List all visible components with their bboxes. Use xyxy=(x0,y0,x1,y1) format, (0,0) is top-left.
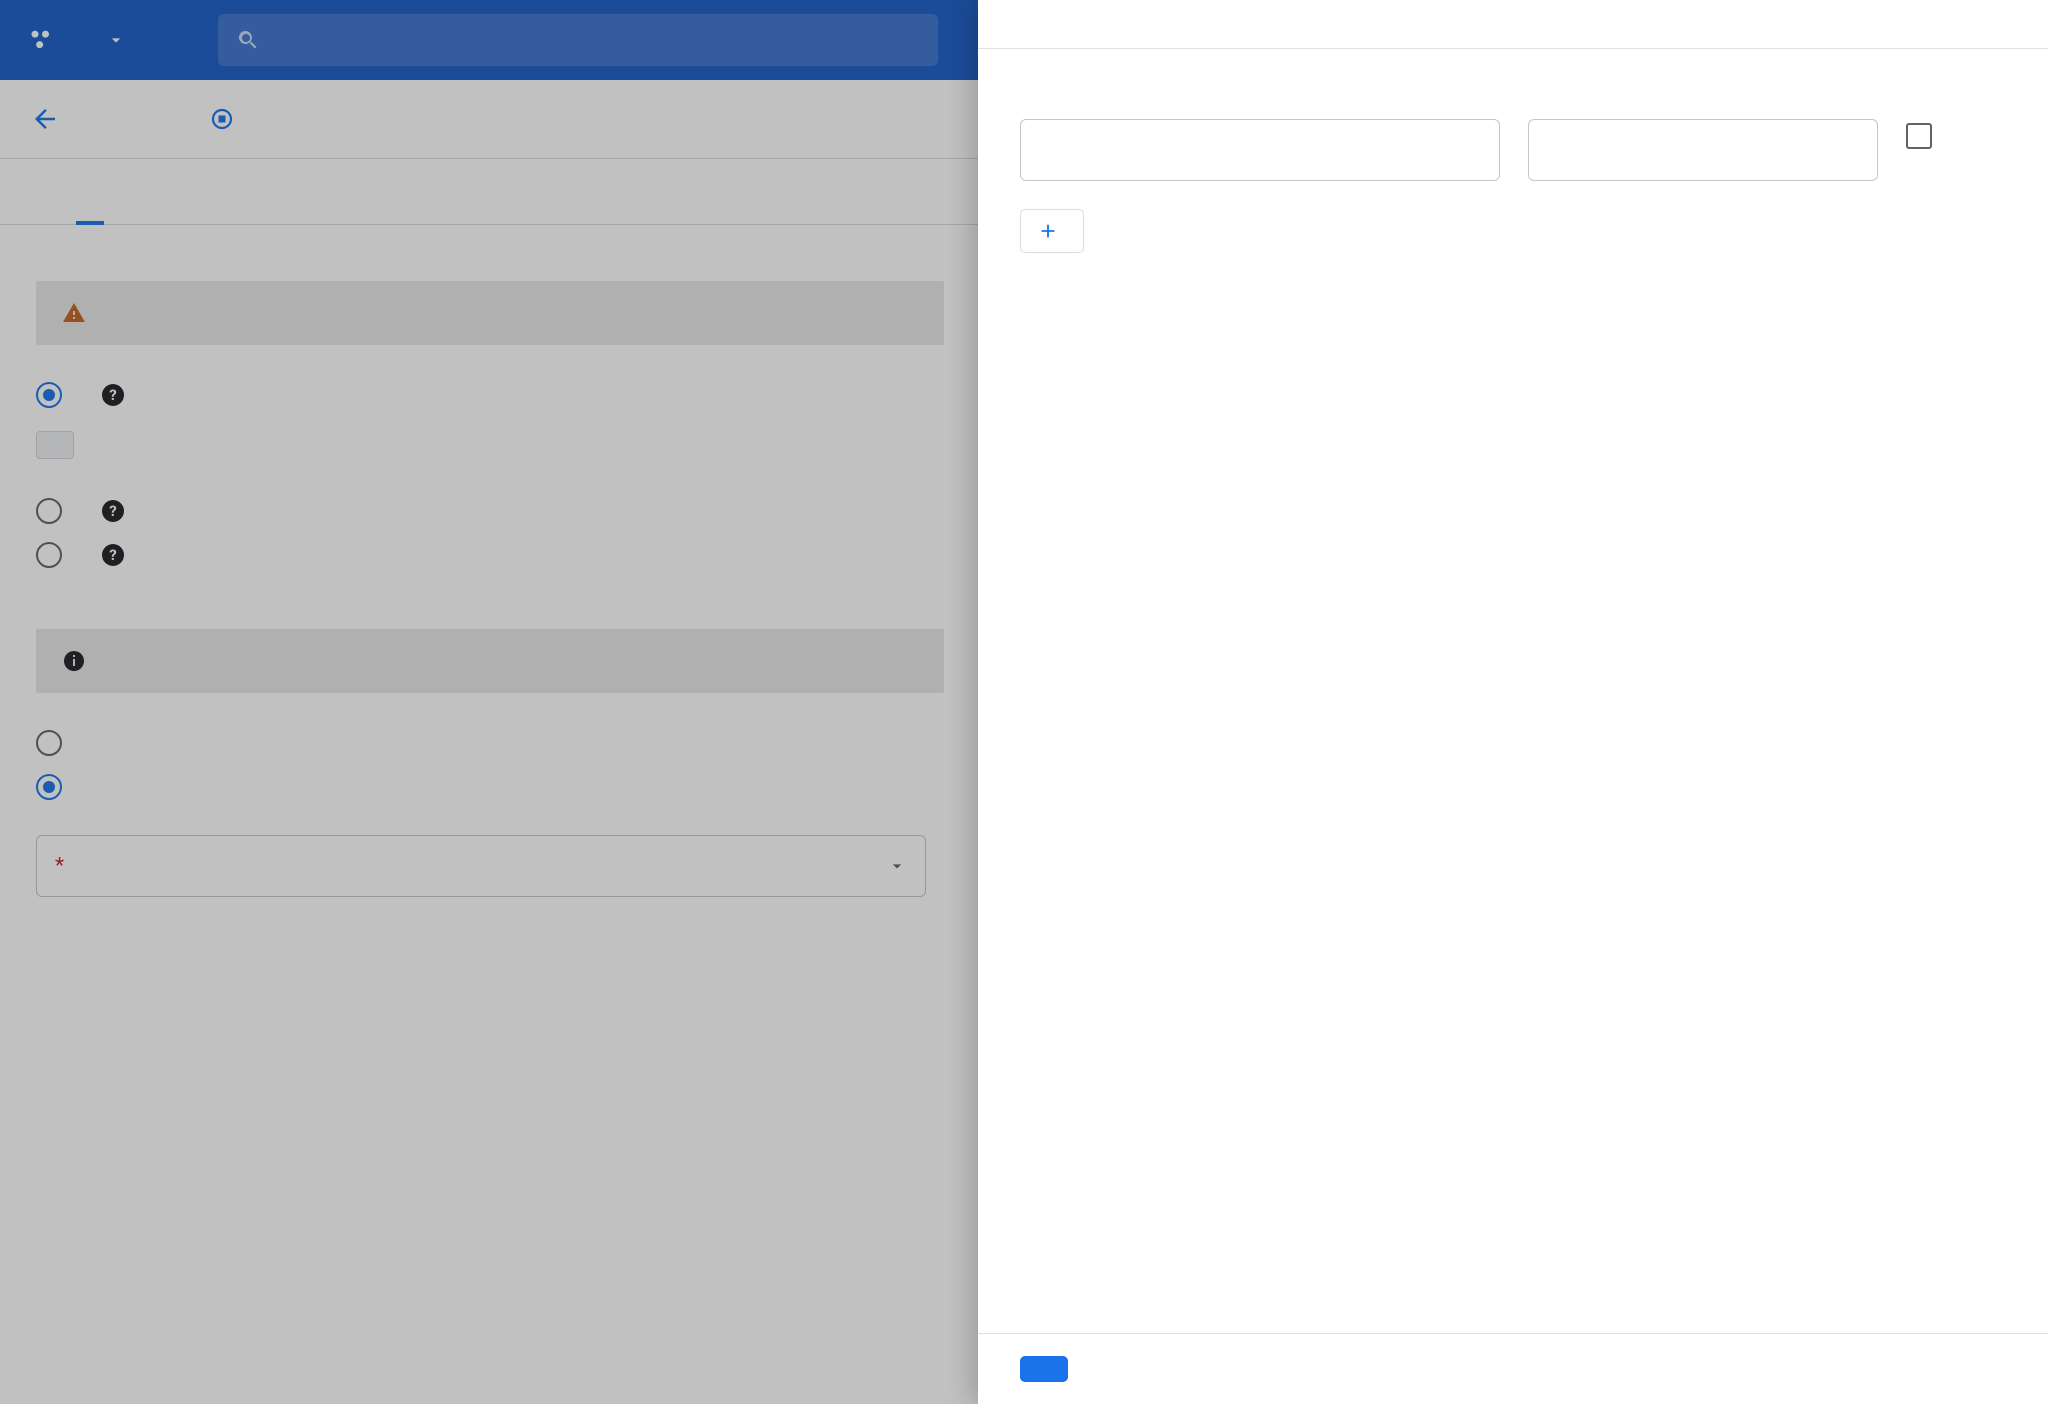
confidence-input[interactable] xyxy=(1528,119,1878,181)
add-key-button[interactable] xyxy=(1020,209,1084,253)
drawer-body xyxy=(978,49,2048,1333)
key-level-validation-drawer xyxy=(978,0,2048,1404)
cancel-button[interactable] xyxy=(1096,1356,1112,1382)
drawer-footer xyxy=(978,1333,2048,1404)
required-checkbox[interactable] xyxy=(1906,123,1932,149)
confidence-field xyxy=(1528,109,1878,181)
plus-icon xyxy=(1037,220,1059,242)
required-field xyxy=(1906,109,1932,157)
key-name-field xyxy=(1020,109,1500,181)
key-row xyxy=(1020,109,2006,181)
save-button[interactable] xyxy=(1020,1356,1068,1382)
drawer-header xyxy=(978,0,2048,49)
key-name-input[interactable] xyxy=(1020,119,1500,181)
